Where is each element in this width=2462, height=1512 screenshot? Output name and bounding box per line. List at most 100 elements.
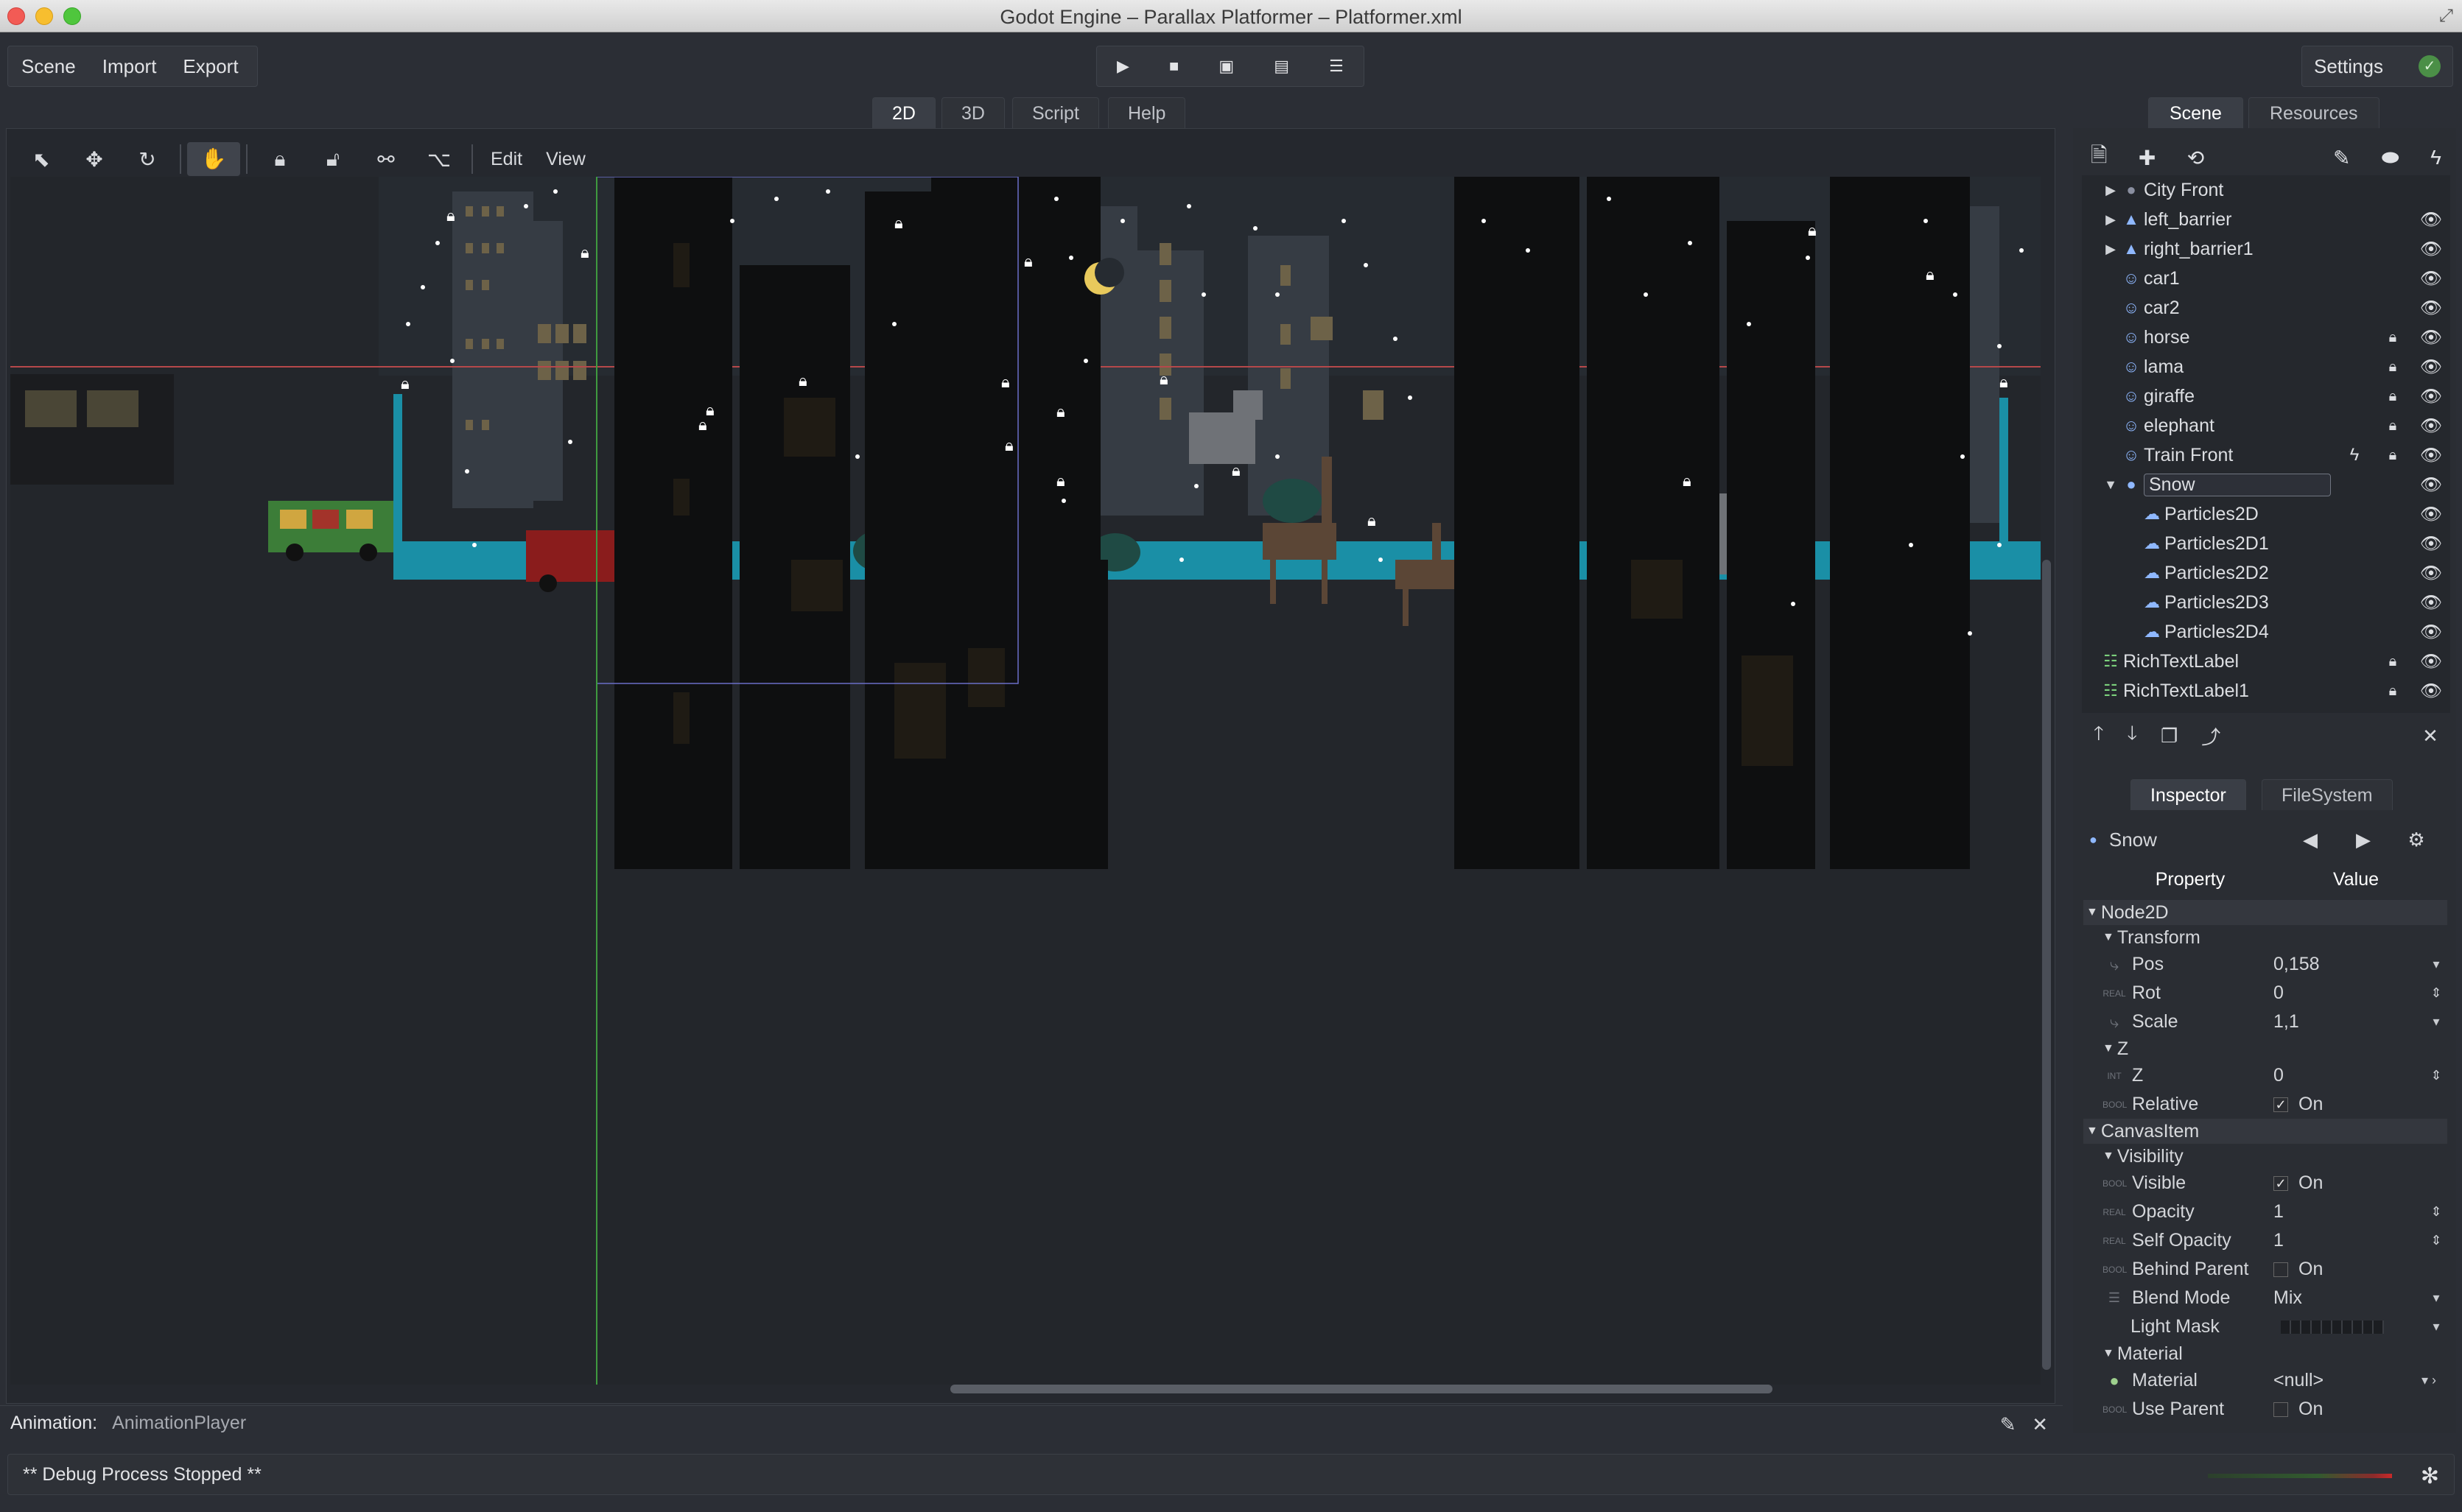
lock-icon[interactable]: 🔒︎ bbox=[2374, 388, 2412, 405]
dropdown-arrow-icon[interactable]: ▾ bbox=[2425, 1014, 2447, 1030]
new-scene-icon[interactable]: 🗎 bbox=[2091, 140, 2108, 175]
scene-tree-item[interactable]: ▼ ● Snow 👁︎ bbox=[2082, 470, 2450, 499]
duplicate-icon[interactable]: ❐ bbox=[2161, 725, 2178, 748]
visibility-eye-icon[interactable]: 👁︎ bbox=[2412, 239, 2450, 260]
add-node-icon[interactable]: ✚ bbox=[2139, 146, 2156, 170]
scene-tree-item[interactable]: ☁ Particles2D1 👁︎ bbox=[2082, 529, 2450, 558]
pan-icon[interactable]: ✋ bbox=[187, 142, 240, 176]
visibility-eye-icon[interactable]: 👁︎ bbox=[2412, 622, 2450, 643]
lock-icon[interactable]: 🔒︎ bbox=[2374, 329, 2412, 346]
visibility-eye-icon[interactable]: 👁︎ bbox=[2412, 298, 2450, 319]
tab-3d[interactable]: 3D bbox=[941, 97, 1005, 128]
inspector-property-row[interactable]: REAL Opacity 1 ⇕ bbox=[2083, 1198, 2447, 1226]
tab-help[interactable]: Help bbox=[1108, 97, 1186, 128]
scene-tree-item[interactable]: ☺ Train Front ϟ 🔒︎ 👁︎ bbox=[2082, 440, 2450, 470]
tab-filesystem[interactable]: FileSystem bbox=[2262, 779, 2393, 810]
scene-tree-item[interactable]: ▶ ▲ left_barrier 👁︎ bbox=[2082, 205, 2450, 234]
tab-script[interactable]: Script bbox=[1012, 97, 1099, 128]
expand-arrow-icon[interactable]: ▶ bbox=[2102, 212, 2119, 228]
collapse-arrow-icon[interactable]: ▼ bbox=[2086, 906, 2098, 919]
scene-tree-item[interactable]: ▶ ● City Front bbox=[2082, 175, 2450, 205]
scene-tree-item[interactable]: ☁ Particles2D3 👁︎ bbox=[2082, 588, 2450, 617]
scene-tree-item[interactable]: ☺ car1 👁︎ bbox=[2082, 264, 2450, 293]
pin-icon[interactable]: ✎ bbox=[2000, 1413, 2016, 1435]
inspector-property-row[interactable]: REAL Rot 0 ⇕ bbox=[2083, 979, 2447, 1008]
property-value-editor[interactable]: 0,158 ▾ bbox=[2273, 954, 2447, 975]
visibility-eye-icon[interactable]: 👁︎ bbox=[2412, 445, 2450, 466]
checkbox[interactable] bbox=[2273, 1262, 2288, 1277]
debug-options-icon[interactable]: ☰ bbox=[1329, 46, 1344, 86]
inspector-section[interactable]: ▼ Transform bbox=[2083, 925, 2447, 950]
scene-tree-item[interactable]: ☺ elephant 🔒︎ 👁︎ bbox=[2082, 411, 2450, 440]
property-value-editor[interactable]: 0 ⇕ bbox=[2273, 982, 2447, 1004]
play-icon[interactable]: ▶ bbox=[1117, 46, 1129, 86]
resource-menu-icon[interactable]: ▾ › bbox=[2410, 1373, 2447, 1388]
visibility-eye-icon[interactable]: 👁︎ bbox=[2412, 474, 2450, 496]
select-icon[interactable]: ⬉ bbox=[15, 147, 68, 172]
history-forward-icon[interactable]: ▶ bbox=[2337, 829, 2390, 851]
move-down-icon[interactable]: 🡓 bbox=[2127, 720, 2137, 752]
spinner-gear-icon[interactable]: ✻ bbox=[2421, 1463, 2439, 1489]
inspector-property-row[interactable]: INT Z 0 ⇕ bbox=[2083, 1061, 2447, 1090]
collapse-arrow-icon[interactable]: ▼ bbox=[2102, 1150, 2114, 1163]
lock-icon[interactable]: 🔒︎ bbox=[2374, 418, 2412, 435]
collapse-arrow-icon[interactable]: ▼ bbox=[2102, 1042, 2114, 1055]
visibility-eye-icon[interactable]: 👁︎ bbox=[2412, 209, 2450, 231]
bone-icon[interactable]: ⚯ bbox=[360, 147, 413, 172]
visibility-eye-icon[interactable]: 👁︎ bbox=[2412, 268, 2450, 289]
property-value-editor[interactable]: 1,1 ▾ bbox=[2273, 1011, 2447, 1033]
property-value-editor[interactable]: ▾ bbox=[2273, 1319, 2447, 1335]
dropdown-arrow-icon[interactable]: ▾ bbox=[2425, 1319, 2447, 1335]
tab-scene[interactable]: Scene bbox=[2148, 97, 2243, 128]
inspector-property-row[interactable]: ⤷ Pos 0,158 ▾ bbox=[2083, 950, 2447, 979]
visibility-eye-icon[interactable]: 👁︎ bbox=[2412, 386, 2450, 407]
close-animation-icon[interactable]: ✕ bbox=[2032, 1413, 2048, 1435]
scene-tree-item[interactable]: ☷ RichTextLabel 🔒︎ 👁︎ bbox=[2082, 647, 2450, 676]
scene-viewport[interactable]: 🔒︎ 🔒︎ 🔒︎ 🔒︎ 🔒︎ 🔒︎ 🔒︎ 🔒︎ 🔒︎ 🔒︎ 🔒︎ 🔒︎ 🔒︎ 🔒︎ 🔒︎ 🔒︎ 🔒︎ 🔒︎… bbox=[10, 177, 2041, 1385]
spin-arrows-icon[interactable]: ⇕ bbox=[2425, 1068, 2447, 1083]
scene-tree-item[interactable]: ☺ giraffe 🔒︎ 👁︎ bbox=[2082, 381, 2450, 411]
inspector-property-row[interactable]: Light Mask ▾ bbox=[2083, 1312, 2447, 1341]
dropdown-arrow-icon[interactable]: ▾ bbox=[2425, 957, 2447, 972]
inspector-property-row[interactable]: BOOL Use Parent On bbox=[2083, 1395, 2447, 1424]
view-menu[interactable]: View bbox=[534, 149, 597, 170]
property-value-editor[interactable]: <null> ▾ › bbox=[2273, 1370, 2447, 1391]
tab-resources[interactable]: Resources bbox=[2248, 97, 2379, 128]
menu-import[interactable]: Import bbox=[89, 46, 170, 86]
move-up-icon[interactable]: 🡑 bbox=[2094, 720, 2104, 752]
script-icon[interactable]: ϟ bbox=[2335, 445, 2374, 465]
property-value-editor[interactable]: 0 ⇕ bbox=[2273, 1065, 2447, 1086]
ik-chain-icon[interactable]: ⌥ bbox=[413, 147, 466, 172]
inspector-property-row[interactable]: BOOL Behind Parent On bbox=[2083, 1255, 2447, 1284]
visibility-eye-icon[interactable]: 👁︎ bbox=[2412, 681, 2450, 702]
collapse-arrow-icon[interactable]: ▼ bbox=[2102, 931, 2114, 944]
lock-icon[interactable]: 🔒︎ bbox=[2374, 359, 2412, 376]
edit-groups-icon[interactable]: ✎ bbox=[2333, 146, 2350, 170]
rotate-icon[interactable]: ↻ bbox=[121, 147, 174, 172]
inspector-section[interactable]: ▼ Node2D bbox=[2083, 900, 2447, 925]
inspector-property-row[interactable]: ⤷ Scale 1,1 ▾ bbox=[2083, 1008, 2447, 1036]
collapse-arrow-icon[interactable]: ▼ bbox=[2086, 1125, 2098, 1138]
inspector-section[interactable]: ▼ Visibility bbox=[2083, 1144, 2447, 1169]
inspector-property-row[interactable]: REAL Self Opacity 1 ⇕ bbox=[2083, 1226, 2447, 1255]
tab-inspector[interactable]: Inspector bbox=[2130, 779, 2246, 810]
delete-node-icon[interactable]: ✕ bbox=[2422, 725, 2438, 748]
scene-tree-item[interactable]: ☺ car2 👁︎ bbox=[2082, 293, 2450, 323]
scene-tree-item[interactable]: ▶ ▲ right_barrier1 👁︎ bbox=[2082, 234, 2450, 264]
scene-tree-item[interactable]: ☁ Particles2D2 👁︎ bbox=[2082, 558, 2450, 588]
object-menu-icon[interactable]: ⚙ bbox=[2390, 829, 2443, 851]
menu-scene[interactable]: Scene bbox=[8, 46, 89, 86]
move-icon[interactable]: ✥ bbox=[68, 147, 121, 172]
property-value-editor[interactable]: ✓ On bbox=[2273, 1172, 2447, 1194]
visibility-eye-icon[interactable]: 👁︎ bbox=[2412, 415, 2450, 437]
lock-icon[interactable]: 🔒︎ bbox=[2374, 653, 2412, 670]
lock-icon[interactable]: 🔒︎ bbox=[253, 147, 306, 172]
property-value-editor[interactable]: 1 ⇕ bbox=[2273, 1201, 2447, 1223]
lock-icon[interactable]: 🔒︎ bbox=[2374, 447, 2412, 464]
dropdown-arrow-icon[interactable]: ▾ bbox=[2425, 1290, 2447, 1306]
inspector-section[interactable]: ▼ Material bbox=[2083, 1341, 2447, 1366]
inspector-property-row[interactable]: ● Material <null> ▾ › bbox=[2083, 1366, 2447, 1395]
fullscreen-icon[interactable]: ⤢ bbox=[2439, 6, 2453, 27]
instance-icon[interactable]: ⟲ bbox=[2187, 146, 2204, 170]
visibility-eye-icon[interactable]: 👁︎ bbox=[2412, 563, 2450, 584]
